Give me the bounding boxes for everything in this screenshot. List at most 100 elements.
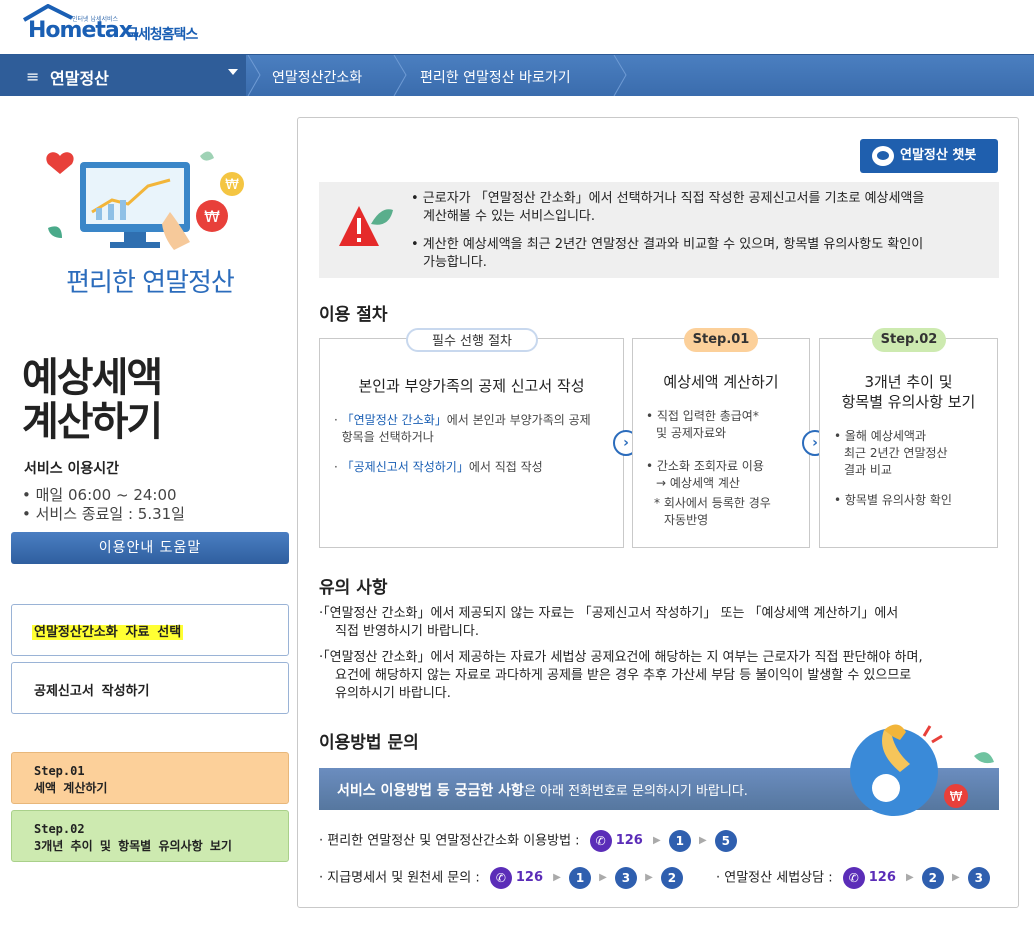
service-end-date: • 서비스 종료일 : 5.31일: [22, 505, 185, 523]
banner-text: 서비스 이용방법 등 궁금한 사항은 아래 전화번호로 문의하시기 바랍니다.: [337, 780, 748, 800]
arrow-icon: ▶: [698, 835, 707, 846]
phone-key: 1: [668, 830, 691, 852]
caution-item-2: ·「연말정산 간소화」에서 제공하는 자료가 세법상 공제요건에 해당하는 지 …: [319, 649, 999, 703]
bullet-text: 및 공제자료와: [656, 426, 727, 440]
chatbot-button[interactable]: 연말정산 챗봇: [860, 139, 998, 173]
step1-note: * 회사에서 등록한 경우 자동반영: [654, 495, 771, 529]
hamburger-icon: ≡: [26, 67, 40, 86]
side-step-label: Step.02: [34, 822, 85, 836]
phone-label: · 연말정산 세법상담 :: [716, 870, 833, 886]
side-step-02[interactable]: Step.02 3개년 추이 및 항목별 유의사항 보기: [11, 810, 289, 862]
phone-label: · 지급명세서 및 원천세 문의 :: [319, 870, 480, 886]
phone-key: 5: [714, 830, 737, 852]
top-nav: ≡ 연말정산 연말정산간소화 편리한 연말정산 바로가기: [0, 54, 1034, 96]
service-hours: • 매일 06:00 ~ 24:00: [22, 486, 177, 504]
help-button[interactable]: 이용안내 도움말: [11, 532, 289, 564]
phone-key: 2: [921, 867, 944, 889]
bullet-text: * 회사에서 등록한 경우: [654, 496, 771, 510]
nav-menu-title: 연말정산: [50, 69, 109, 88]
step2-bullet-1: • 올해 예상세액과 최근 2년간 연말정산 결과 비교: [834, 428, 948, 479]
phone-icon: ✆: [489, 867, 512, 889]
bullet-text: • 직접 입력한 총급여*: [646, 409, 759, 423]
nav-menu-dropdown[interactable]: ≡ 연말정산: [0, 55, 246, 96]
phone-key: 3: [614, 867, 637, 889]
phone-number: 126: [615, 833, 643, 848]
phone-number: 126: [868, 870, 896, 885]
step2-heading: 3개년 추이 및 항목별 유의사항 보기: [819, 372, 998, 412]
page-title-line2: 계산하기: [22, 399, 163, 445]
chatbot-icon: [872, 146, 894, 166]
step1-pill: Step.01: [684, 328, 758, 352]
step2-bullet-2: • 항목별 유의사항 확인: [834, 493, 952, 507]
arrow-icon: ▶: [553, 872, 561, 883]
breadcrumb-separator-icon: [247, 55, 261, 96]
procedure-title: 이용 절차: [319, 305, 388, 325]
heading-line: 항목별 유의사항 보기: [841, 393, 976, 411]
step1-heading: 예상세액 계산하기: [663, 373, 779, 391]
main-panel: 연말정산 챗봇 • 근로자가 「연말정산 간소화」에서 선택하거나 직접 작성한…: [297, 117, 1019, 908]
phone-icon: ✆: [589, 830, 612, 852]
caution-item-1: ·「연말정산 간소화」에서 제공되지 않는 자료는 「공제신고서 작성하기」 또…: [319, 605, 999, 641]
caution-title: 유의 사항: [319, 578, 388, 598]
chatbot-button-label: 연말정산 챗봇: [900, 148, 977, 163]
illustration-title: 편리한 연말정산: [66, 268, 235, 298]
arrow-icon: ▶: [599, 872, 607, 883]
phone-key: 1: [569, 867, 591, 889]
bullet-text: • 올해 예상세액과: [834, 429, 926, 443]
arrow-icon: ▶: [906, 872, 914, 883]
prerequisite-bullet-2: · 「공제신고서 작성하기」에서 직접 작성: [334, 460, 543, 474]
phone-number: 126: [515, 870, 544, 885]
heading-line: 3개년 추이 및: [864, 373, 953, 391]
bullet-text: • 간소화 조회자료 이용: [646, 459, 764, 473]
prerequisite-bullet-1: · 「연말정산 간소화」에서 본인과 부양가족의 공제 항목을 선택하거나: [334, 413, 591, 444]
banner-rest: 은 아래 전화번호로 문의하시기 바랍니다.: [523, 784, 748, 799]
step1-bullet-1: • 직접 입력한 총급여* 및 공제자료와: [646, 408, 759, 442]
caution-text: 요건에 해당하지 않는 자료로 과다하게 공제를 받은 경우 추후 가산세 부담…: [335, 668, 912, 683]
arrow-icon: ▶: [952, 872, 960, 883]
notice-line: 계산해볼 수 있는 서비스입니다.: [423, 209, 596, 224]
hometax-logo[interactable]: 인터넷 납세서비스 Hometax. 국세청홈택스: [22, 4, 222, 48]
nav-item-simplified[interactable]: 연말정산간소화: [272, 67, 362, 87]
bullet-text: 항목을 선택하거나: [341, 430, 434, 444]
side-step-text: 세액 계산하기: [34, 781, 108, 795]
phone-bubble-illustration: ₩: [850, 724, 994, 816]
warning-icon: [339, 206, 393, 246]
bullet-text: 최근 2년간 연말정산: [844, 446, 948, 460]
deduction-form-link[interactable]: 「공제신고서 작성하기」: [342, 460, 469, 474]
breadcrumb-separator-icon: [393, 55, 407, 96]
notice-line: 가능합니다.: [423, 255, 487, 270]
step2-pill: Step.02: [872, 328, 946, 352]
side-step-01[interactable]: Step.01 세액 계산하기: [11, 752, 289, 804]
phone-row-simplified: · 편리한 연말정산 및 연말정산간소화 이용방법 : ✆ 126 ▶ 1 ▶ 5: [319, 829, 739, 854]
bullet-text: 결과 비교: [844, 463, 892, 477]
notice-line: • 근로자가 「연말정산 간소화」에서 선택하거나 직접 작성한 공제신고서를 …: [411, 191, 925, 206]
phone-icon: ✆: [842, 867, 865, 889]
caret-down-icon: [228, 69, 238, 75]
breadcrumb-separator-icon: [613, 55, 627, 96]
banner-bold: 서비스 이용방법 등 궁금한 사항: [337, 783, 524, 799]
logo-brand: Hometax.: [28, 18, 140, 43]
logo-brand-sub: 국세청홈택스: [126, 27, 198, 43]
arrow-icon: ▶: [652, 835, 661, 846]
page-title-line1: 예상세액: [22, 355, 163, 401]
bullet-text: 에서 직접 작성: [468, 460, 543, 474]
prerequisite-heading: 본인과 부양가족의 공제 신고서 작성: [358, 377, 585, 395]
arrow-icon: ▶: [645, 872, 653, 883]
side-menu-simplified-data[interactable]: 연말정산간소화 자료 선택: [11, 604, 289, 656]
notice-line: • 계산한 예상세액을 최근 2년간 연말정산 결과와 비교할 수 있으며, 항…: [411, 237, 924, 252]
simplified-link[interactable]: 「연말정산 간소화」: [342, 413, 447, 427]
side-menu-label: 공제신고서 작성하기: [34, 684, 150, 699]
side-menu-deduction-form[interactable]: 공제신고서 작성하기: [11, 662, 289, 714]
monitor-illustration: ₩ ₩: [46, 151, 244, 250]
phone-key: 2: [660, 867, 683, 889]
caution-text: 직접 반영하시기 바랍니다.: [335, 624, 479, 639]
nav-item-convenient[interactable]: 편리한 연말정산 바로가기: [420, 67, 571, 87]
svg-text:₩: ₩: [225, 177, 239, 193]
side-step-label: Step.01: [34, 764, 85, 778]
svg-text:₩: ₩: [950, 790, 963, 805]
notice-box: • 근로자가 「연말정산 간소화」에서 선택하거나 직접 작성한 공제신고서를 …: [319, 182, 999, 278]
phone-row-withholding: · 지급명세서 및 원천세 문의 : ✆ 126 ▶ 1 ▶ 3 ▶ 2: [319, 866, 685, 891]
bullet-text: 에서 본인과 부양가족의 공제: [446, 413, 591, 427]
side-menu-label: 연말정산간소화 자료 선택: [32, 625, 184, 640]
caution-text: ·「연말정산 간소화」에서 제공되지 않는 자료는 「공제신고서 작성하기」 또…: [319, 606, 899, 621]
